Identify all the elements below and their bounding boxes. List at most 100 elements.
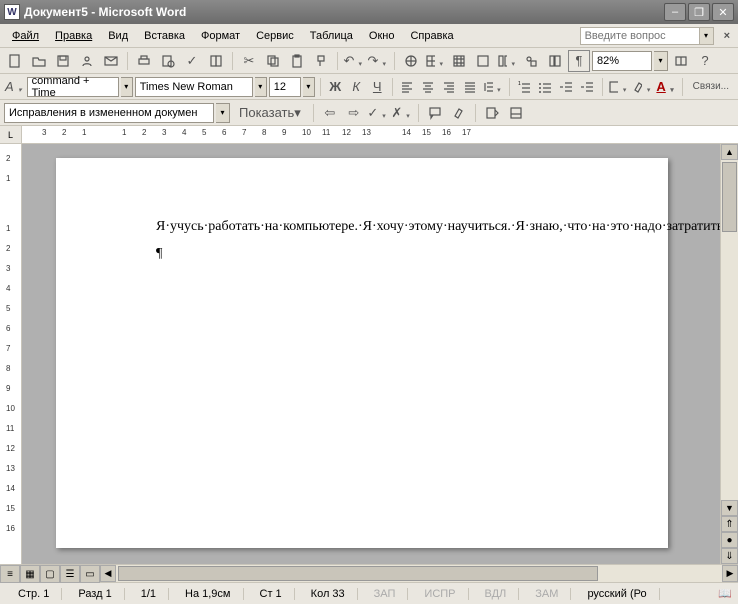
copy-button[interactable] [262, 50, 284, 72]
print-preview-button[interactable] [157, 50, 179, 72]
web-view-button[interactable]: ▦ [20, 565, 40, 583]
scroll-left-button[interactable]: ◀ [100, 565, 116, 582]
highlight-button[interactable] [631, 76, 653, 98]
status-spellcheck-icon[interactable]: 📖 [718, 587, 732, 600]
prev-change-button[interactable]: ⇦ [319, 102, 341, 124]
font-combo[interactable]: Times New Roman [135, 77, 253, 97]
font-color-button[interactable]: А [655, 76, 676, 98]
menu-tools[interactable]: Сервис [248, 28, 302, 44]
doc-map-button[interactable] [544, 50, 566, 72]
vertical-ruler[interactable]: 21 123 456 789 101112 131415 16 [0, 144, 22, 564]
open-button[interactable] [28, 50, 50, 72]
help-search-dropdown[interactable]: ▾ [700, 27, 714, 45]
justify-button[interactable] [461, 76, 480, 98]
italic-button[interactable]: К [347, 76, 366, 98]
cut-button[interactable]: ✂ [238, 50, 260, 72]
page[interactable]: Я·учусь·работать·на·компьютере.·Я·хочу·э… [56, 158, 668, 548]
hscroll-thumb[interactable] [118, 566, 598, 581]
insert-table-button[interactable] [448, 50, 470, 72]
status-rec[interactable]: ЗАП [362, 588, 409, 600]
show-formatting-button[interactable]: ¶ [568, 50, 590, 72]
size-combo[interactable]: 12 [269, 77, 301, 97]
minimize-button[interactable]: – [664, 3, 686, 21]
styles-pane-button[interactable]: A [4, 76, 25, 98]
zoom-dropdown[interactable]: ▾ [654, 51, 668, 71]
columns-button[interactable] [496, 50, 518, 72]
underline-button[interactable]: Ч [368, 76, 387, 98]
menu-insert[interactable]: Вставка [136, 28, 193, 44]
menu-table[interactable]: Таблица [302, 28, 361, 44]
menu-view[interactable]: Вид [100, 28, 136, 44]
help-search-input[interactable] [580, 27, 700, 45]
print-layout-view-button[interactable]: ▢ [40, 565, 60, 583]
borders-button[interactable] [607, 76, 629, 98]
hscroll-track[interactable] [116, 565, 722, 582]
size-dropdown[interactable]: ▾ [303, 77, 315, 97]
scroll-right-button[interactable]: ▶ [722, 565, 738, 582]
font-dropdown[interactable]: ▾ [255, 77, 267, 97]
track-changes-button[interactable] [481, 102, 503, 124]
align-right-button[interactable] [440, 76, 459, 98]
review-show-button[interactable]: Показать ▾ [232, 102, 308, 124]
status-ext[interactable]: ВДЛ [473, 588, 520, 600]
zoom-combo[interactable]: 82% [592, 51, 652, 71]
save-button[interactable] [52, 50, 74, 72]
outline-view-button[interactable]: ☰ [60, 565, 80, 583]
review-display-combo[interactable]: Исправления в измененном докумен [4, 103, 214, 123]
links-panel-button[interactable]: Связи... [688, 76, 734, 98]
status-ovr[interactable]: ЗАМ [523, 588, 571, 600]
align-center-button[interactable] [419, 76, 438, 98]
prev-page-button[interactable]: ⇑ [721, 516, 738, 532]
menu-window[interactable]: Окно [361, 28, 403, 44]
decrease-indent-button[interactable] [557, 76, 576, 98]
new-doc-button[interactable] [4, 50, 26, 72]
undo-button[interactable]: ↶ [343, 50, 365, 72]
style-combo[interactable]: command + Time [27, 77, 119, 97]
bullet-list-button[interactable] [536, 76, 555, 98]
line-spacing-button[interactable] [482, 76, 504, 98]
style-dropdown[interactable]: ▾ [121, 77, 133, 97]
highlight-tool-button[interactable] [448, 102, 470, 124]
vscroll-thumb[interactable] [722, 162, 737, 232]
tables-borders-button[interactable] [424, 50, 446, 72]
horizontal-scrollbar[interactable]: ◀ ▶ [100, 565, 738, 582]
insert-worksheet-button[interactable] [472, 50, 494, 72]
spellcheck-button[interactable]: ✓ [181, 50, 203, 72]
paragraph-text[interactable]: Я·учусь·работать·на·компьютере.·Я·хочу·э… [156, 218, 568, 237]
increase-indent-button[interactable] [578, 76, 597, 98]
review-display-dropdown[interactable]: ▾ [216, 103, 230, 123]
print-button[interactable] [133, 50, 155, 72]
reading-view-button[interactable]: ▭ [80, 565, 100, 583]
empty-paragraph[interactable]: ¶ [156, 245, 568, 264]
format-painter-button[interactable] [310, 50, 332, 72]
menu-help[interactable]: Справка [402, 28, 461, 44]
menu-format[interactable]: Формат [193, 28, 248, 44]
close-button[interactable]: ✕ [712, 3, 734, 21]
redo-button[interactable]: ↷ [367, 50, 389, 72]
menu-file[interactable]: Файл [4, 28, 47, 44]
research-button[interactable] [205, 50, 227, 72]
bold-button[interactable]: Ж [326, 76, 345, 98]
normal-view-button[interactable]: ≡ [0, 565, 20, 583]
tab-selector[interactable]: L [0, 126, 22, 143]
align-left-button[interactable] [398, 76, 417, 98]
document-area[interactable]: Я·учусь·работать·на·компьютере.·Я·хочу·э… [22, 144, 720, 564]
close-doc-button[interactable]: × [720, 30, 734, 42]
vscroll-track[interactable] [721, 160, 738, 500]
menu-edit[interactable]: Правка [47, 28, 100, 44]
new-comment-button[interactable] [424, 102, 446, 124]
read-mode-button[interactable] [670, 50, 692, 72]
scroll-down-button[interactable]: ▼ [721, 500, 738, 516]
accept-change-button[interactable]: ✓ [367, 102, 389, 124]
scroll-up-button[interactable]: ▲ [721, 144, 738, 160]
reviewing-pane-button[interactable] [505, 102, 527, 124]
status-language[interactable]: русский (Ро [575, 588, 659, 600]
horizontal-ruler[interactable]: L 321 123 456 789 101112 131415 1617 [0, 126, 738, 144]
drawing-button[interactable] [520, 50, 542, 72]
permission-button[interactable] [76, 50, 98, 72]
paste-button[interactable] [286, 50, 308, 72]
next-page-button[interactable]: ⇓ [721, 548, 738, 564]
reject-change-button[interactable]: ✗ [391, 102, 413, 124]
maximize-button[interactable]: ❐ [688, 3, 710, 21]
browse-object-button[interactable]: ● [721, 532, 738, 548]
